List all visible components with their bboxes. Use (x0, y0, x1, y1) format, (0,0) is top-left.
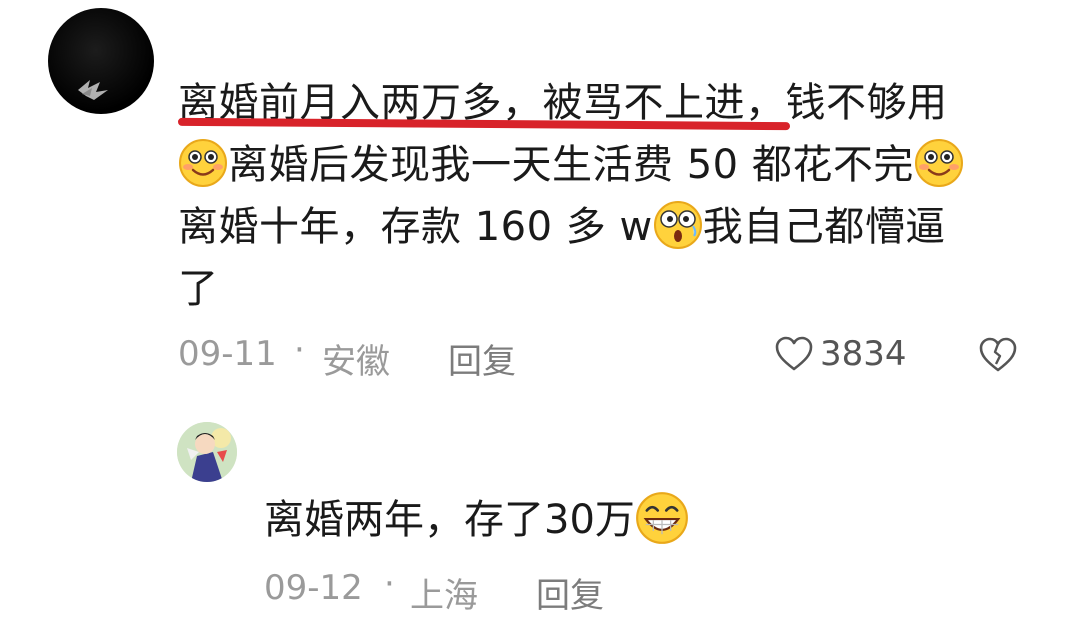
reply-location: 上海 (410, 576, 478, 616)
broken-heart-icon (979, 337, 1017, 372)
smile-emoji-icon (914, 139, 963, 187)
comment-line-3-text-a: 离婚十年，存款 160 多 w (178, 204, 653, 250)
reply-button[interactable]: 回复 (448, 334, 516, 383)
comment-meta: 09-11 · 安徽 回复 3834 (178, 330, 1038, 384)
comment-line-3: 离婚十年，存款 160 多 w 我自己都懵逼 (178, 196, 946, 258)
shocked-emoji-icon (653, 201, 702, 249)
dislike-button[interactable] (978, 336, 1018, 383)
like-button[interactable]: 3834 (774, 334, 907, 374)
reply-text: 离婚两年，存了30万 (264, 490, 689, 550)
reply-meta: 09-12 · 上海 回复 (264, 564, 864, 618)
cartoon-avatar-icon (177, 422, 237, 482)
reply-date: 09-12 (264, 568, 363, 608)
comment-line-3-text-b: 我自己都懵逼 (702, 204, 946, 250)
comment-location: 安徽 (322, 342, 390, 382)
underlined-phrase: 离婚前月入两万多，被骂不上进 (177, 72, 791, 134)
avatar-wing-icon (78, 80, 108, 100)
comment-line-2-text: 离婚后发现我一天生活费 50 都花不完 (228, 142, 914, 188)
meta-separator: · (294, 330, 305, 370)
meta-separator: · (384, 564, 395, 604)
reply-user-avatar[interactable] (177, 422, 237, 482)
comment-line-1: 离婚前月入两万多，被骂不上进 ，钱不够用 (177, 72, 948, 134)
comment-line-2: 离婚后发现我一天生活费 50 都花不完 (178, 134, 964, 196)
reply-reply-button[interactable]: 回复 (536, 568, 604, 617)
comment-date: 09-11 (178, 334, 277, 374)
heart-outline-icon (775, 336, 813, 371)
comment-line-4: 了 (178, 258, 219, 320)
comment-line-1-rest: ，钱不够用 (745, 80, 948, 126)
grin-emoji-icon (635, 492, 688, 544)
smile-emoji-icon (179, 139, 227, 187)
reply-text-content: 离婚两年，存了30万 (264, 497, 635, 543)
comment-thread: 离婚前月入两万多，被骂不上进 ，钱不够用 离婚后发现我一天生活费 50 都花不完 (0, 0, 1080, 624)
like-count: 3834 (820, 334, 907, 374)
user-avatar[interactable] (48, 8, 154, 114)
comment-line-4-text: 了 (178, 266, 219, 312)
